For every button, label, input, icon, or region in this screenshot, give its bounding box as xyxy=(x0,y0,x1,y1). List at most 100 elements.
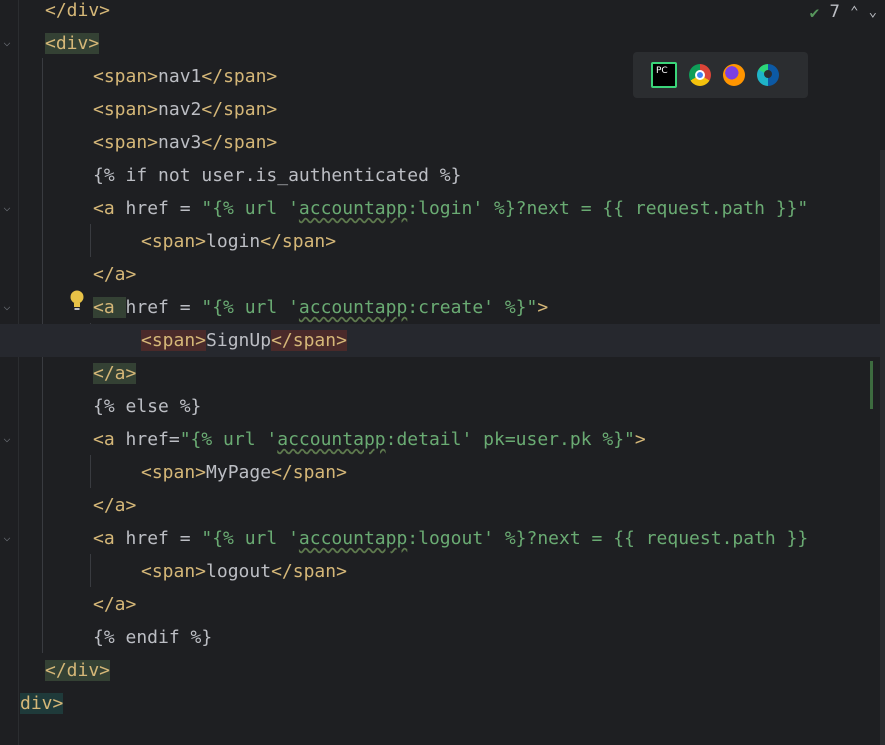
code-token: "{% url ' xyxy=(179,429,278,450)
code-line-content: </a> xyxy=(93,489,136,522)
code-line[interactable]: {% if not user.is_authenticated %} xyxy=(0,159,885,192)
code-line-content: <a href = "{% url 'accountapp:login' %}?… xyxy=(93,192,808,225)
browser-preview-bar: PC xyxy=(633,52,808,98)
code-line[interactable]: <span>login</span> xyxy=(0,225,885,258)
code-line[interactable]: </a> xyxy=(0,588,885,621)
code-line[interactable]: <span>MyPage</span> xyxy=(0,456,885,489)
code-token: :create' %}" xyxy=(407,297,538,318)
code-token: accountapp xyxy=(277,429,386,450)
code-token: </span> xyxy=(201,99,278,120)
pycharm-icon[interactable]: PC xyxy=(651,62,677,88)
code-token: </a> xyxy=(93,594,137,615)
code-token: </a> xyxy=(93,495,137,516)
code-token: {% else %} xyxy=(93,396,202,417)
code-line-content: </a> xyxy=(93,258,136,291)
code-token: href = xyxy=(125,528,202,549)
code-token: nav1 xyxy=(158,66,202,87)
code-line-content: <a href="{% url 'accountapp:detail' pk=u… xyxy=(93,423,646,456)
code-line-content: </div> xyxy=(45,654,111,687)
code-line-content: </a> xyxy=(93,588,136,621)
code-line[interactable]: <span>nav3</span> xyxy=(0,126,885,159)
inspection-widget[interactable]: ✔︎ 7 ⌃ ⌄ xyxy=(810,2,885,22)
code-line[interactable]: </a> xyxy=(0,489,885,522)
code-token: "{% url ' xyxy=(201,297,299,318)
code-token: </span> xyxy=(260,231,337,252)
code-token: </div> xyxy=(45,0,111,21)
code-token: <div> xyxy=(45,33,100,54)
code-token: <span> xyxy=(141,561,207,582)
code-token: nav2 xyxy=(158,99,202,120)
code-token: accountapp xyxy=(298,198,408,219)
code-line[interactable]: {% else %} xyxy=(0,390,885,423)
code-token: {% if not user.is_authenticated %} xyxy=(93,165,462,186)
code-token: </span> xyxy=(271,330,347,351)
code-line[interactable]: </div> xyxy=(0,654,885,687)
code-line-content: {% endif %} xyxy=(93,621,212,654)
change-marker xyxy=(870,361,873,409)
code-line[interactable]: <a href = "{% url 'accountapp:create' %}… xyxy=(0,291,885,324)
code-editor[interactable]: </div> <div> <span>nav1</span> <span>nav2</… xyxy=(0,0,885,745)
code-line[interactable]: </div> xyxy=(0,0,885,27)
code-line[interactable]: <a href = "{% url 'accountapp:login' %}?… xyxy=(0,192,885,225)
code-line-content: <a href = "{% url 'accountapp:create' %}… xyxy=(93,291,548,324)
edge-icon[interactable] xyxy=(757,64,779,86)
code-line-content: {% if not user.is_authenticated %} xyxy=(93,159,461,192)
fold-chevron-icon[interactable]: ⌵ xyxy=(0,35,14,49)
code-token: > xyxy=(537,297,549,318)
code-token: :detail' pk=user.pk %}" xyxy=(385,429,635,450)
code-line[interactable]: <span>logout</span> xyxy=(0,555,885,588)
code-token: logout xyxy=(206,561,272,582)
code-line[interactable]: </a> xyxy=(0,258,885,291)
code-line[interactable]: {% endif %} xyxy=(0,621,885,654)
code-token: accountapp xyxy=(298,297,408,318)
double-check-icon: ✔︎ xyxy=(809,2,820,22)
firefox-icon[interactable] xyxy=(723,64,745,86)
chrome-icon[interactable] xyxy=(689,64,711,86)
code-token: </div> xyxy=(45,660,111,681)
code-line[interactable]: div> xyxy=(0,687,885,720)
code-line-content: <span>nav3</span> xyxy=(93,126,277,159)
code-token: "{% url ' xyxy=(201,528,299,549)
code-token: </a> xyxy=(93,264,137,285)
code-token: "{% url ' xyxy=(201,198,299,219)
fold-chevron-icon[interactable]: ⌵ xyxy=(0,299,14,313)
code-token: <a xyxy=(93,198,126,219)
code-line[interactable]: <a href = "{% url 'accountapp:logout' %}… xyxy=(0,522,885,555)
code-line-content: </a> xyxy=(93,357,137,390)
code-token: href = xyxy=(125,198,202,219)
code-line-content: <a href = "{% url 'accountapp:logout' %}… xyxy=(93,522,808,555)
code-line-content: <span>nav2</span> xyxy=(93,93,277,126)
lightbulb-icon[interactable] xyxy=(68,289,86,313)
code-line-content: {% else %} xyxy=(93,390,201,423)
code-token: {% endif %} xyxy=(93,627,213,648)
code-token: nav3 xyxy=(158,132,202,153)
code-line-content: <div> xyxy=(45,27,100,60)
code-token: SignUp xyxy=(206,330,272,351)
code-token: <a xyxy=(93,297,126,318)
code-line-content: <span>login</span> xyxy=(141,225,336,258)
code-token: login xyxy=(206,231,261,252)
code-line-content: <span>MyPage</span> xyxy=(141,456,347,489)
fold-chevron-icon[interactable]: ⌵ xyxy=(0,530,14,544)
inspection-count: 7 xyxy=(829,2,841,22)
code-token: accountapp xyxy=(298,528,408,549)
chevron-down-icon[interactable]: ⌄ xyxy=(869,4,877,20)
code-token: <span> xyxy=(93,99,159,120)
fold-chevron-icon[interactable]: ⌵ xyxy=(0,200,14,214)
code-token: > xyxy=(634,429,646,450)
code-token: </span> xyxy=(271,462,347,483)
code-line[interactable]: <a href="{% url 'accountapp:detail' pk=u… xyxy=(0,423,885,456)
code-token: <span> xyxy=(93,132,159,153)
code-token: href= xyxy=(125,429,180,450)
chevron-up-icon[interactable]: ⌃ xyxy=(850,4,858,20)
fold-chevron-icon[interactable]: ⌵ xyxy=(0,431,14,445)
code-token: :logout' %}?next = {{ request.path }} xyxy=(407,528,809,549)
code-token: <span> xyxy=(93,66,159,87)
code-line[interactable]: <span>SignUp</span> xyxy=(0,324,885,357)
scrollbar[interactable] xyxy=(880,150,885,745)
code-token: div> xyxy=(20,693,64,714)
code-token: </span> xyxy=(201,66,278,87)
code-token: <span> xyxy=(141,330,207,351)
code-line[interactable]: </a> xyxy=(0,357,885,390)
code-line-content: </div> xyxy=(45,0,110,27)
